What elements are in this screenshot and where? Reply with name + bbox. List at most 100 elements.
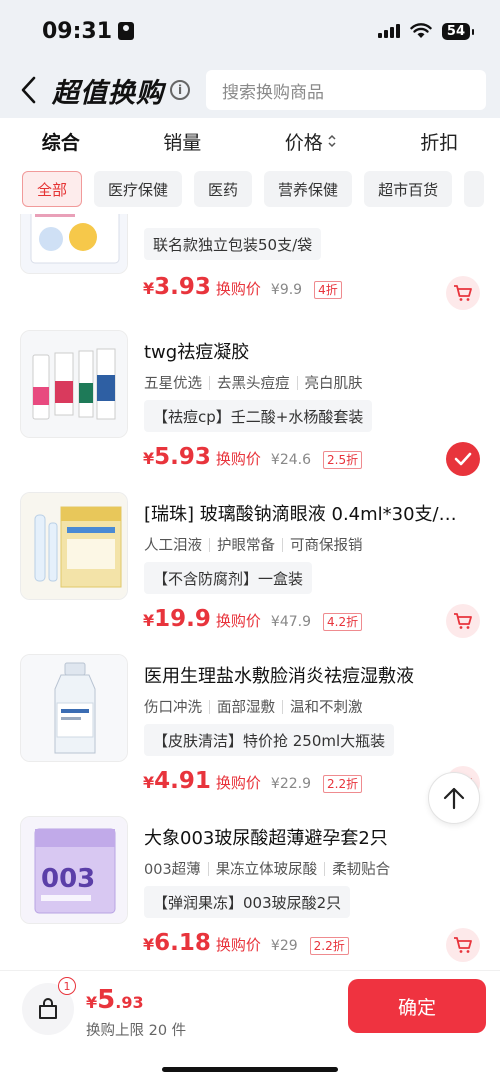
time-text: 09:31	[42, 18, 113, 44]
back-to-top-button[interactable]	[428, 772, 480, 824]
product-promo: 联名款独立包装50支/袋	[144, 228, 322, 260]
back-icon[interactable]	[20, 75, 46, 105]
product-image	[20, 654, 128, 762]
product-title: twg祛痘凝胶	[144, 342, 250, 363]
wifi-icon	[410, 23, 432, 38]
product-tag: 五星优选	[144, 376, 202, 392]
battery-indicator: 54	[441, 22, 475, 40]
svg-text:003: 003	[41, 864, 95, 894]
product-tag: 亮白肌肤	[304, 376, 363, 392]
price-label: 换购价	[215, 774, 261, 792]
tab-discount[interactable]: 折扣	[420, 128, 458, 155]
product-title: [瑞珠] 玻璃酸钠滴眼液 0.4ml*30支/…	[144, 504, 457, 525]
chip-more[interactable]	[464, 171, 485, 207]
cart-icon	[454, 937, 472, 953]
product-item[interactable]: 003 大象003玻尿酸超薄避孕套2只 003超薄 果冻立体玻尿酸 柔韧贴合 【…	[0, 810, 500, 970]
price-label: 换购价	[215, 612, 261, 630]
chip-all[interactable]: 全部	[22, 171, 83, 207]
chip-supermarket[interactable]: 超市百货	[364, 171, 453, 207]
search-placeholder: 搜索换购商品	[222, 82, 324, 103]
add-to-cart-button[interactable]	[446, 928, 480, 962]
sort-caret-icon	[328, 134, 336, 148]
product-image	[20, 492, 128, 600]
product-image	[20, 214, 128, 274]
bottom-bar: 1 ¥ 5 .93 换购上限 20 件 确定	[0, 970, 500, 1082]
product-tag: 003超薄	[144, 862, 201, 878]
product-item[interactable]: twg祛痘凝胶 五星优选 去黑头痘痘 亮白肌肤 【祛痘cp】壬二酸+水杨酸套装 …	[0, 324, 500, 486]
price-integer: 4	[154, 768, 171, 794]
product-tag: 去黑头痘痘	[217, 376, 290, 392]
bag-icon	[39, 998, 57, 1019]
product-tag: 护眼常备	[217, 538, 275, 554]
product-title: 大象003玻尿酸超薄避孕套2只	[144, 828, 388, 849]
price-currency: ¥	[143, 449, 155, 468]
discount-badge: 2.5折	[323, 451, 363, 469]
product-price: ¥ 19 .9 换购价 ¥47.9 4.2折	[143, 606, 363, 632]
price-integer: 3	[154, 274, 171, 300]
price-currency: ¥	[143, 611, 155, 630]
price-integer: 19	[154, 606, 187, 632]
product-item[interactable]: 联名款独立包装50支/袋 ¥ 3 .93 换购价 ¥9.9 4折	[0, 214, 500, 324]
product-promo: 【皮肤清洁】特价抢 250ml大瓶装	[144, 724, 395, 756]
product-tag: 可商保报销	[290, 538, 363, 554]
tab-label: 价格	[284, 131, 323, 154]
product-tags: 人工泪液 护眼常备 可商保报销	[144, 534, 363, 555]
tab-label: 销量	[163, 131, 202, 154]
original-price: ¥24.6	[270, 452, 312, 468]
discount-badge: 4.2折	[323, 613, 363, 631]
discount-badge: 2.2折	[309, 937, 349, 955]
original-price: ¥9.9	[270, 282, 303, 298]
price-decimal: .91	[170, 768, 211, 794]
product-promo: 【不含防腐剂】一盒装	[144, 562, 313, 594]
add-to-cart-button[interactable]	[446, 604, 480, 638]
product-tag: 面部湿敷	[217, 700, 275, 716]
tab-price[interactable]: 价格	[285, 128, 337, 155]
original-price: ¥47.9	[270, 614, 312, 630]
product-tag: 温和不刺激	[290, 700, 363, 716]
product-promo: 【祛痘cp】壬二酸+水杨酸套装	[144, 400, 373, 432]
info-icon[interactable]: i	[170, 80, 190, 100]
page-title: 超值换购	[52, 77, 164, 109]
chip-medicine[interactable]: 医药	[194, 171, 253, 207]
check-icon	[454, 452, 472, 466]
product-tag: 柔韧贴合	[332, 862, 391, 878]
search-input[interactable]: 搜索换购商品	[206, 70, 486, 110]
bag-count-badge: 1	[58, 977, 76, 995]
price-decimal: .93	[170, 274, 211, 300]
price-currency: ¥	[143, 773, 155, 792]
total-price: ¥ 5 .93	[86, 985, 144, 1015]
sort-bar: 综合 销量 价格 折扣	[0, 118, 500, 164]
product-image	[20, 330, 128, 438]
price-integer: 5	[154, 444, 171, 470]
discount-badge: 2.2折	[323, 775, 363, 793]
tab-label: 折扣	[420, 131, 459, 154]
product-promo: 【弹润果冻】003玻尿酸2只	[144, 886, 351, 918]
product-item[interactable]: 医用生理盐水敷脸消炎祛痘湿敷液 伤口冲洗 面部湿敷 温和不刺激 【皮肤清洁】特价…	[0, 648, 500, 810]
add-to-cart-button[interactable]	[446, 276, 480, 310]
product-tags: 伤口冲洗 面部湿敷 温和不刺激	[144, 696, 363, 717]
confirm-button[interactable]: 确定	[348, 979, 486, 1033]
price-decimal: .18	[170, 930, 211, 956]
price-currency: ¥	[143, 935, 155, 954]
tab-sales[interactable]: 销量	[163, 128, 201, 155]
product-item[interactable]: [瑞珠] 玻璃酸钠滴眼液 0.4ml*30支/… 人工泪液 护眼常备 可商保报销…	[0, 486, 500, 648]
product-title: 医用生理盐水敷脸消炎祛痘湿敷液	[144, 666, 414, 687]
product-tags: 五星优选 去黑头痘痘 亮白肌肤	[144, 372, 363, 393]
selected-check-button[interactable]	[446, 442, 480, 476]
signal-icon	[377, 24, 400, 38]
price-currency: ¥	[143, 279, 155, 298]
category-filter-bar: 全部 医疗保健 医药 营养保健 超市百货	[0, 164, 500, 214]
chip-medical-care[interactable]: 医疗保健	[94, 171, 183, 207]
person-icon	[118, 22, 135, 40]
product-tag: 人工泪液	[144, 538, 202, 554]
product-tag: 伤口冲洗	[144, 700, 202, 716]
original-price: ¥22.9	[270, 776, 312, 792]
price-label: 换购价	[215, 936, 261, 954]
cart-icon	[454, 285, 472, 301]
product-list: 联名款独立包装50支/袋 ¥ 3 .93 换购价 ¥9.9 4折 twg祛痘凝胶…	[0, 214, 500, 970]
tab-comprehensive[interactable]: 综合	[42, 128, 80, 155]
total-currency: ¥	[86, 993, 98, 1012]
product-price: ¥ 3 .93 换购价 ¥9.9 4折	[143, 274, 342, 300]
chip-nutrition[interactable]: 营养保健	[264, 171, 353, 207]
total-decimal: .93	[115, 993, 144, 1012]
